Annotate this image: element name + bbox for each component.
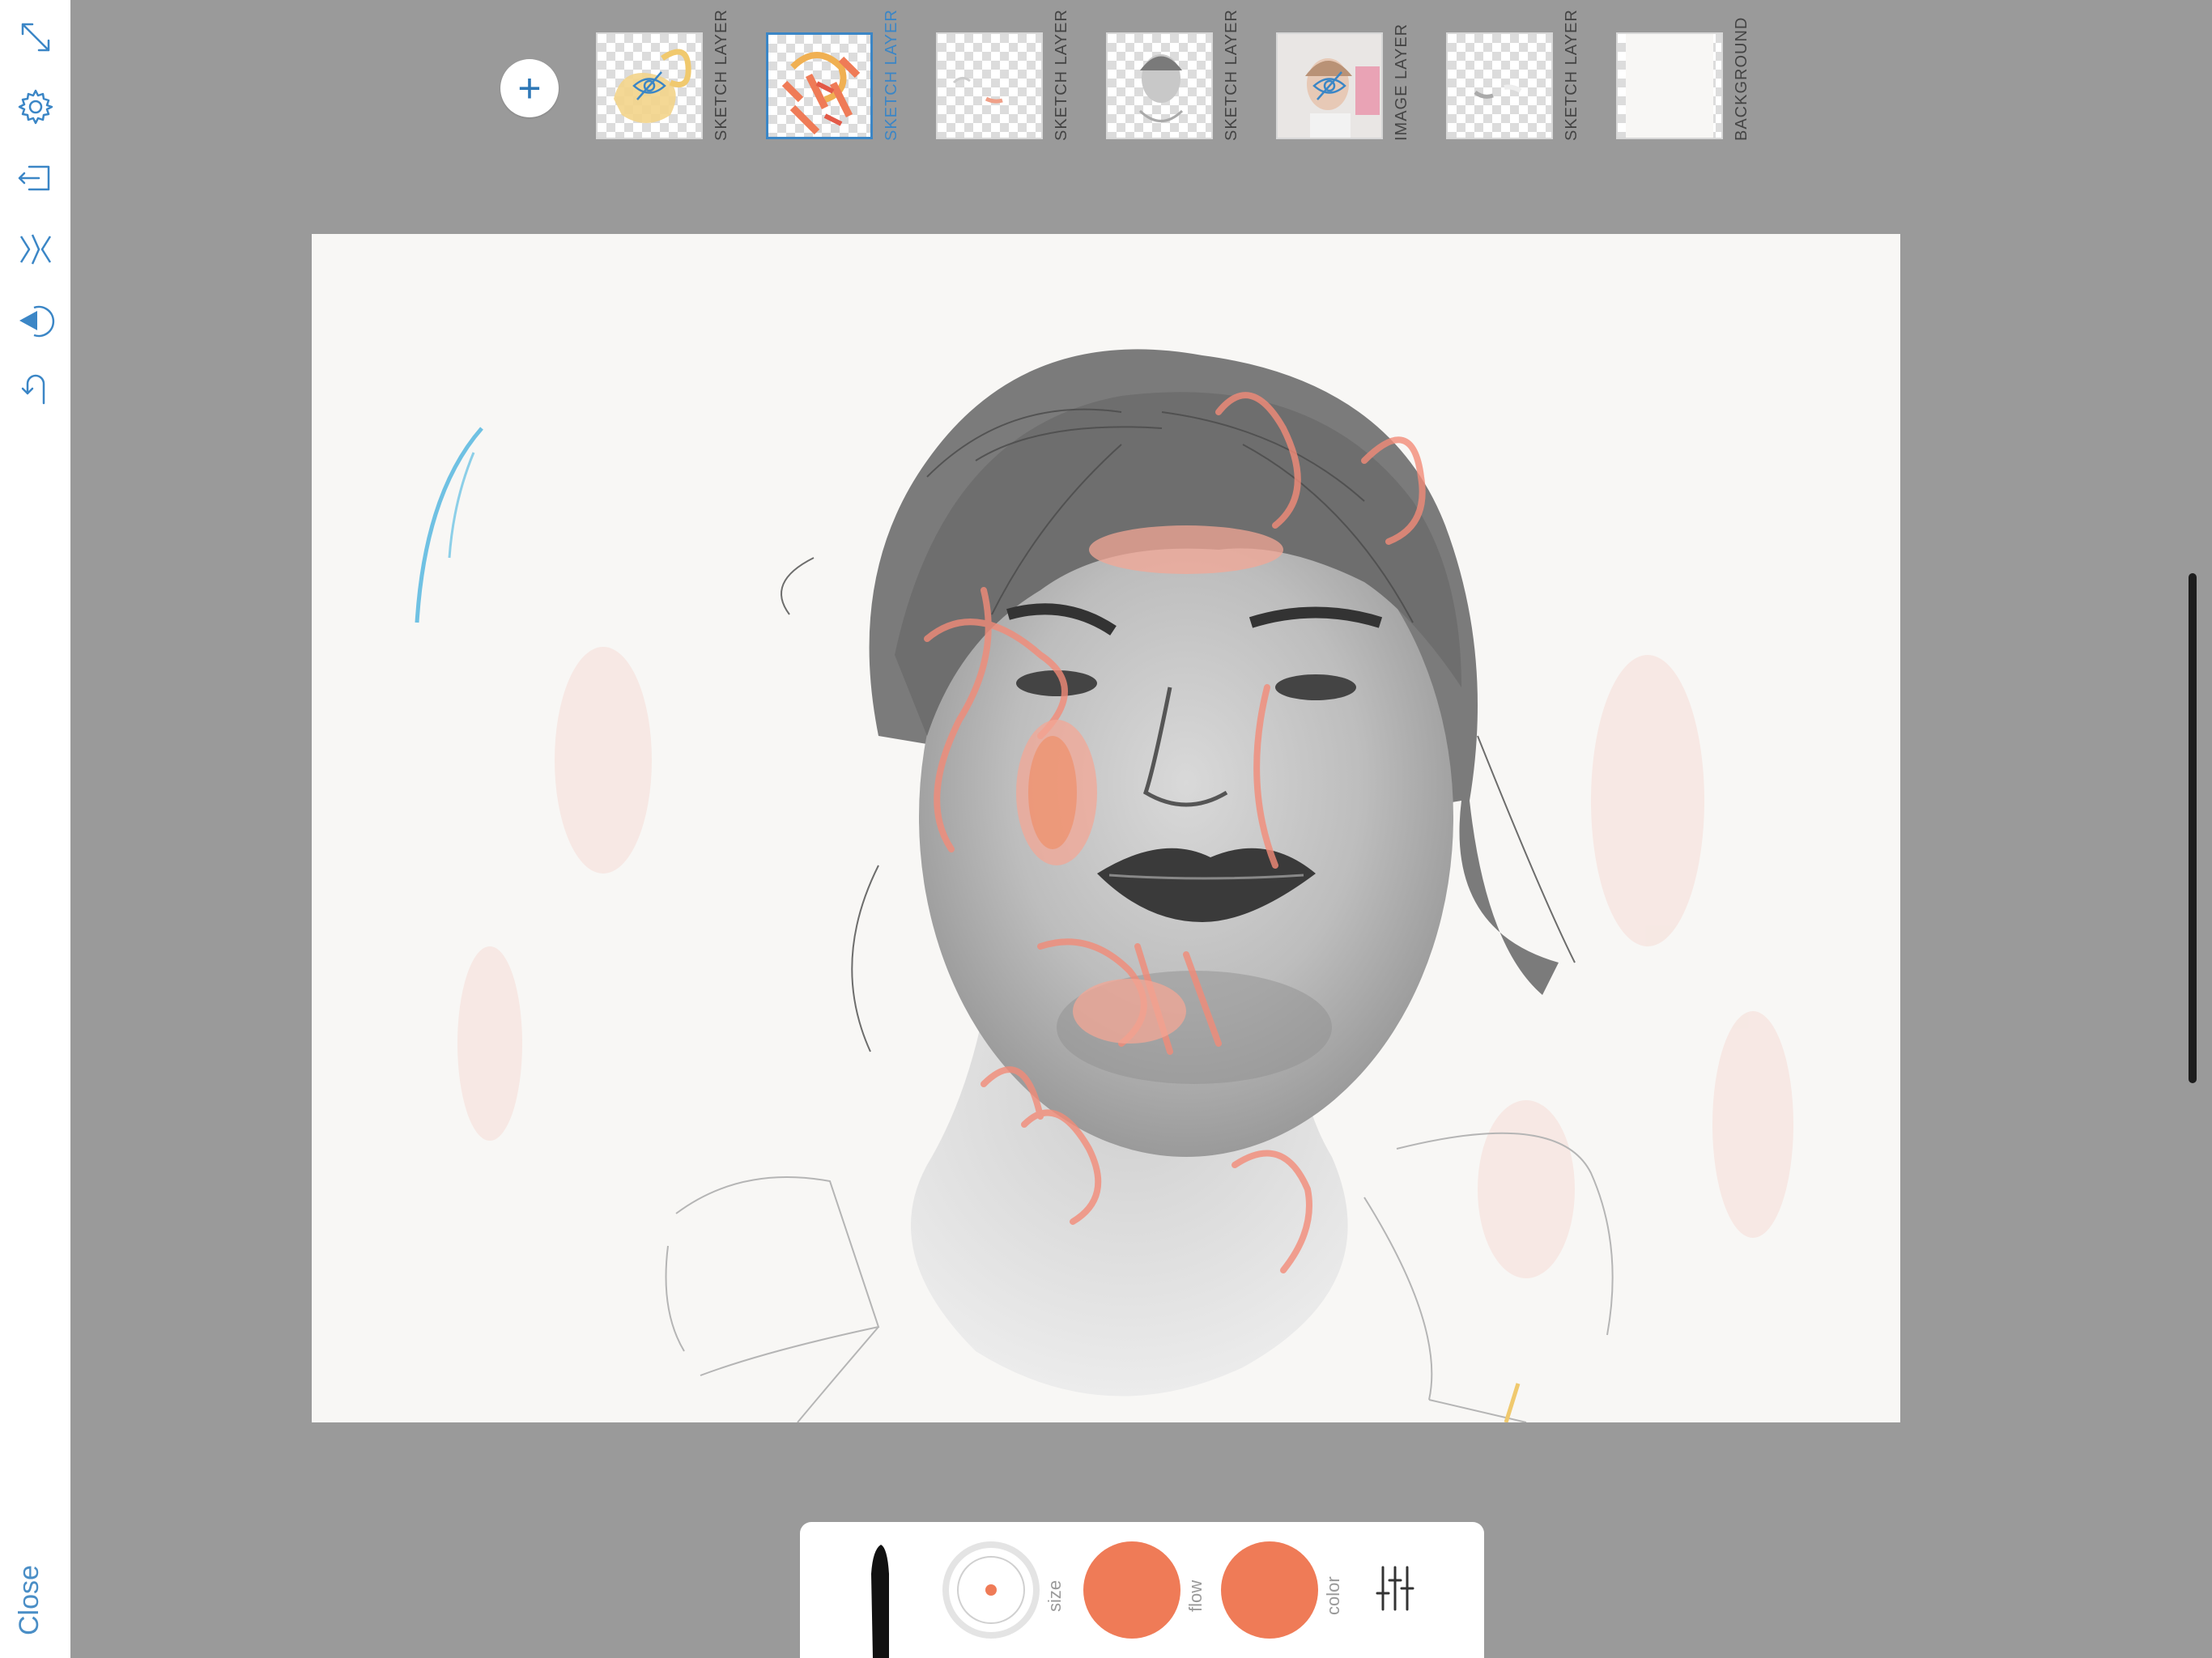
- layer-sketch-1[interactable]: SKETCH LAYER: [596, 9, 758, 142]
- layer-sketch-5[interactable]: SKETCH LAYER: [1446, 9, 1608, 142]
- layer-image[interactable]: IMAGE LAYER: [1276, 23, 1438, 142]
- layer-thumbnail: [1276, 32, 1383, 139]
- flow-label: flow: [1185, 1579, 1206, 1612]
- layer-sketch-4[interactable]: SKETCH LAYER: [1106, 9, 1268, 142]
- layer-label: SKETCH LAYER: [1223, 9, 1240, 141]
- hidden-eye-icon[interactable]: [1311, 67, 1348, 104]
- layer-thumbnail: [1446, 32, 1553, 139]
- brush-size-control[interactable]: [942, 1541, 1040, 1639]
- layer-sketch-3[interactable]: SKETCH LAYER: [936, 9, 1098, 142]
- brush-tip-icon[interactable]: [861, 1541, 899, 1658]
- artwork: [415, 349, 1793, 1422]
- layer-label: SKETCH LAYER: [1053, 9, 1070, 141]
- fill-icon[interactable]: [11, 296, 60, 345]
- layer-label: SKETCH LAYER: [1563, 9, 1580, 141]
- drawing-canvas[interactable]: [312, 234, 1900, 1422]
- symmetry-icon[interactable]: [11, 225, 60, 274]
- layer-thumbnail: [766, 32, 873, 139]
- layer-label: IMAGE LAYER: [1393, 23, 1410, 141]
- hidden-eye-icon[interactable]: [631, 67, 668, 104]
- layer-thumbnail: [936, 32, 1043, 139]
- color-label: color: [1323, 1576, 1343, 1615]
- close-button[interactable]: Close: [14, 1565, 45, 1635]
- export-icon[interactable]: [11, 154, 60, 202]
- undo-icon[interactable]: [11, 366, 60, 414]
- brush-panel: size flow color: [800, 1522, 1484, 1658]
- layer-label: SKETCH LAYER: [713, 9, 730, 141]
- brush-settings-icon[interactable]: [1375, 1564, 1415, 1613]
- size-dot: [985, 1584, 997, 1596]
- layer-thumbnail: [596, 32, 703, 139]
- brush-color-control[interactable]: [1221, 1541, 1318, 1639]
- layer-thumbnail: [1106, 32, 1213, 139]
- layer-sketch-2[interactable]: SKETCH LAYER: [766, 9, 928, 142]
- left-toolbar: Close: [0, 0, 70, 1658]
- size-label: size: [1044, 1579, 1065, 1612]
- fit-screen-icon[interactable]: [11, 13, 60, 62]
- canvas-scrollbar[interactable]: [2189, 573, 2197, 1083]
- layer-thumbnail: [1616, 32, 1723, 139]
- add-layer-button[interactable]: +: [500, 59, 559, 117]
- settings-icon[interactable]: [11, 83, 60, 131]
- layer-background[interactable]: BACKGROUND: [1616, 16, 1778, 142]
- layer-label: SKETCH LAYER: [883, 9, 900, 141]
- layer-label: BACKGROUND: [1733, 16, 1750, 141]
- brush-flow-control[interactable]: [1083, 1541, 1180, 1639]
